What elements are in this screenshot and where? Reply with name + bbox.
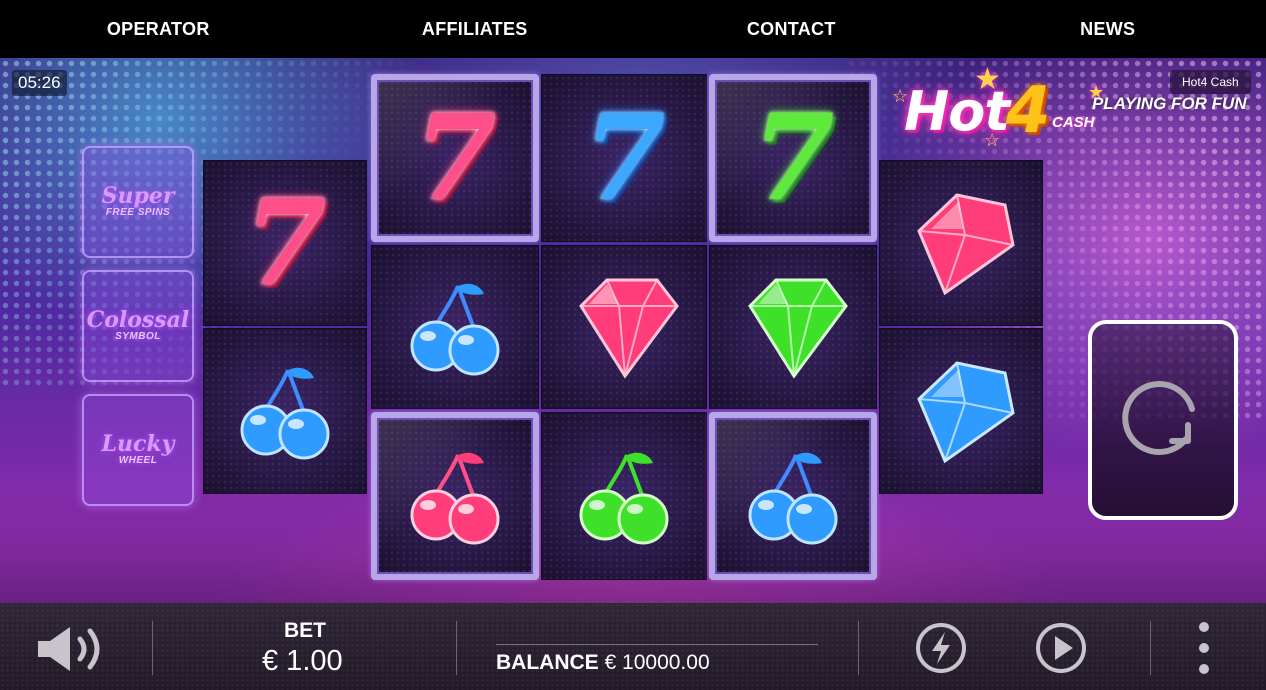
reel-2-cell-3: [371, 412, 539, 580]
diamond-red-symbol: [579, 278, 679, 379]
feature-subtitle: SYMBOL: [115, 331, 161, 343]
clock: 05:26: [12, 70, 67, 96]
cherry-blue-symbol: [748, 452, 838, 545]
autoplay-play-icon[interactable]: [1034, 621, 1088, 675]
seven-red-symbol: 7: [413, 88, 497, 227]
feature-subtitle: WHEEL: [118, 455, 158, 467]
balance-value: € 10000.00: [604, 651, 710, 674]
reel-2-cell-2: [371, 245, 539, 409]
feature-super-free-spins[interactable]: Super FREE SPINS: [82, 146, 194, 258]
diamond-red-symbol: [917, 193, 1015, 296]
feature-title: Colossal: [86, 307, 190, 334]
cherry-blue-symbol: [410, 283, 500, 376]
reel-5-cell-2: [879, 328, 1043, 494]
bet-value[interactable]: € 1.00: [262, 645, 343, 678]
turbo-lightning-icon[interactable]: [914, 621, 968, 675]
play-mode-label: PLAYING FOR FUN: [1092, 94, 1247, 113]
divider: [152, 621, 153, 675]
spin-button[interactable]: [1088, 320, 1238, 520]
balance-display: BALANCE € 10000.00: [496, 651, 710, 675]
feature-title: Super: [101, 183, 175, 210]
diamond-green-symbol: [748, 278, 848, 379]
nav-contact[interactable]: CONTACT: [633, 19, 950, 40]
balance-label: BALANCE: [496, 651, 599, 674]
seven-blue-symbol: 7: [582, 88, 666, 227]
reel-3-cell-2: [541, 245, 707, 409]
feature-lucky-wheel[interactable]: Lucky WHEEL: [82, 394, 194, 506]
divider: [858, 621, 859, 675]
reel-4-cell-1: 7: [709, 74, 877, 242]
reel-4-cell-2: [709, 245, 877, 409]
spin-arrow-icon: [1122, 381, 1195, 455]
reel-5-cell-1: [879, 160, 1043, 326]
bottom-bar: BET € 1.00 BALANCE € 10000.00: [0, 603, 1266, 690]
game-stage: 05:26 ★ ☆ ☆ ★ Hot 4 CASH Hot4 Cash PLAYI…: [0, 58, 1266, 603]
more-menu-icon[interactable]: [1192, 619, 1216, 677]
cherry-red-symbol: [410, 452, 500, 545]
seven-red-symbol: 7: [243, 173, 327, 312]
logo-hot: Hot: [904, 80, 1010, 143]
feature-subtitle: FREE SPINS: [105, 207, 171, 219]
seven-green-symbol: 7: [751, 88, 835, 227]
cherry-green-symbol: [579, 452, 669, 545]
nav-news[interactable]: NEWS: [950, 19, 1266, 40]
feature-title: Lucky: [101, 431, 175, 458]
divider: [1150, 621, 1151, 675]
diamond-blue-symbol: [917, 361, 1015, 464]
reel-1-cell-1: 7: [203, 160, 367, 326]
cherry-blue-symbol: [240, 367, 330, 460]
reel-4-cell-3: [709, 412, 877, 580]
reel-3-cell-1: 7: [541, 74, 707, 242]
feature-colossal-symbol[interactable]: Colossal SYMBOL: [82, 270, 194, 382]
nav-operator[interactable]: OPERATOR: [0, 19, 317, 40]
reel-3-cell-3: [541, 412, 707, 580]
logo-cash: CASH: [1052, 114, 1095, 131]
reel-1-cell-2: [203, 328, 367, 494]
game-logo: ★ ☆ ☆ ★ Hot 4 CASH: [888, 63, 1118, 161]
nav-affiliates[interactable]: AFFILIATES: [317, 19, 634, 40]
top-nav: OPERATOR AFFILIATES CONTACT NEWS: [0, 0, 1266, 58]
speaker-icon[interactable]: [34, 623, 110, 675]
divider: [456, 621, 457, 675]
bet-label: BET: [284, 619, 326, 642]
logo-four: 4: [1006, 74, 1051, 148]
balance-divider: [496, 644, 818, 645]
reel-2-cell-1: 7: [371, 74, 539, 242]
game-name-pill: Hot4 Cash: [1170, 70, 1251, 94]
